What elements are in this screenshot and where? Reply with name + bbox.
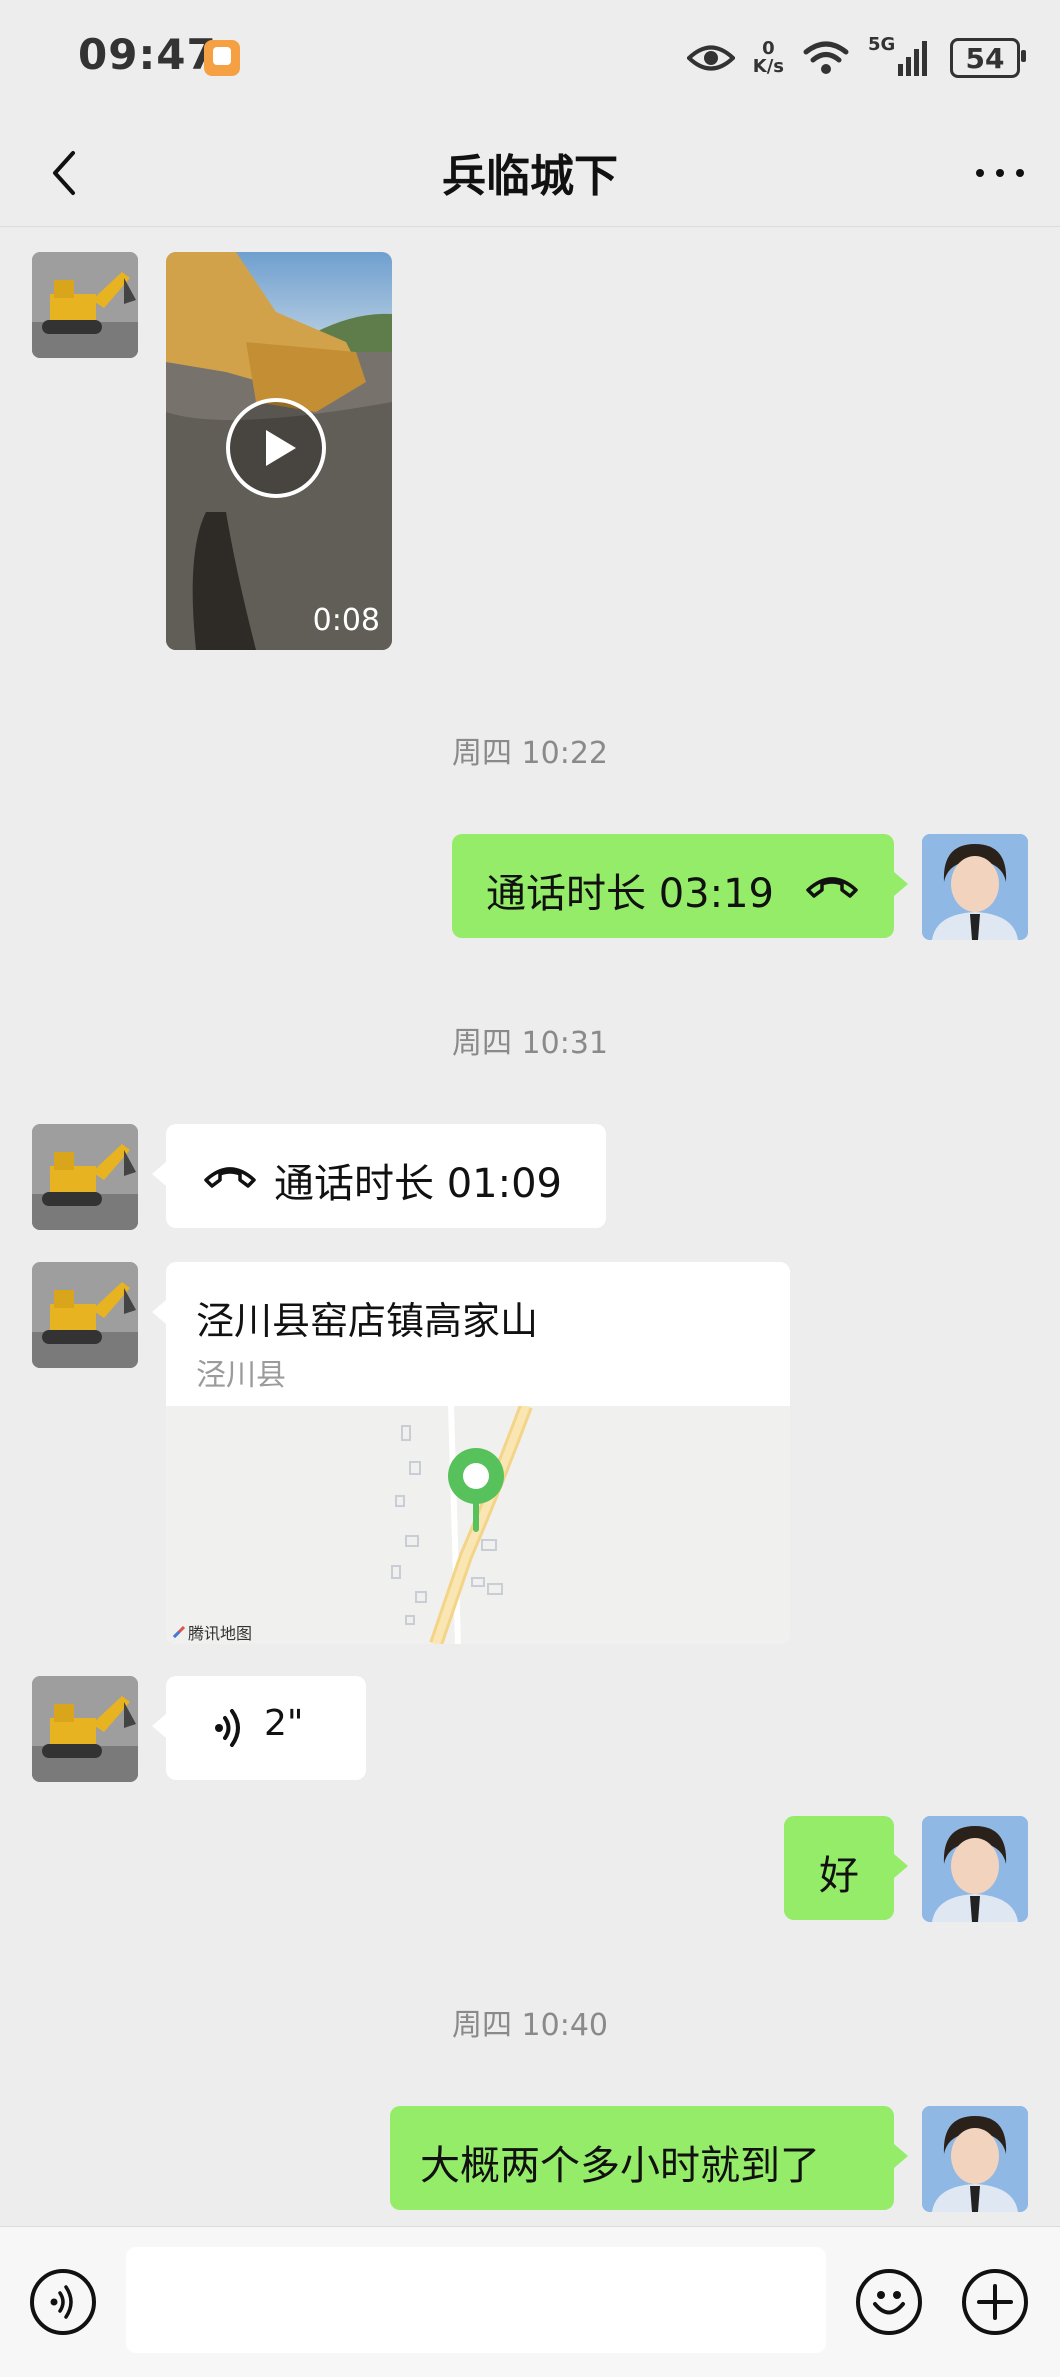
child-portrait-avatar-image — [922, 1816, 1028, 1922]
excavator-avatar-image — [32, 1676, 138, 1782]
call-duration-text: 通话时长 01:09 — [274, 1161, 562, 1207]
message-timestamp: 周四 10:40 — [452, 2008, 608, 2043]
tencent-map-logo-icon — [172, 1625, 186, 1639]
more-dots-icon — [976, 169, 984, 177]
voice-wave-icon — [50, 2285, 73, 2319]
my-avatar[interactable] — [922, 1816, 1028, 1922]
voice-message[interactable]: 2" — [152, 1676, 366, 1780]
location-title: 泾川县窑店镇高家山 — [196, 1299, 539, 1343]
video-message[interactable]: 0:08 — [166, 252, 392, 650]
chat-title: 兵临城下 — [442, 151, 618, 202]
map-attribution-text: 腾讯地图 — [188, 1624, 253, 1643]
wifi-icon — [803, 41, 849, 74]
map-pin-icon — [446, 1446, 506, 1536]
message-text: 大概两个多小时就到了 — [420, 2143, 820, 2189]
child-portrait-avatar-image — [922, 834, 1028, 940]
text-message-bubble[interactable]: 大概两个多小时就到了 — [390, 2106, 908, 2210]
voice-duration: 2" — [264, 1703, 304, 1744]
signal-bars-icon — [898, 41, 927, 76]
location-subtitle: 泾川县 — [196, 1358, 286, 1393]
child-portrait-avatar-image — [922, 2106, 1028, 2212]
call-record-bubble[interactable]: 通话时长 01:09 — [152, 1124, 606, 1228]
message-timestamp: 周四 10:22 — [452, 736, 608, 771]
contact-avatar[interactable] — [32, 1124, 138, 1230]
status-icons: 0 K/s 5G 54 — [686, 34, 1026, 82]
call-record-bubble[interactable]: 通话时长 03:19 — [452, 834, 908, 938]
contact-avatar[interactable] — [32, 1262, 138, 1368]
cellular-signal: 5G — [868, 34, 932, 78]
video-duration: 0:08 — [312, 603, 380, 638]
voice-wave-icon — [215, 1709, 240, 1747]
map-attribution: 腾讯地图 — [172, 1620, 252, 1644]
app-notification-icon — [204, 40, 240, 76]
net-speed-unit: K/s — [752, 56, 784, 77]
emoji-button[interactable] — [856, 2269, 922, 2335]
phone-handset-icon — [204, 1167, 256, 1188]
eye-icon — [686, 45, 735, 71]
location-map[interactable]: 腾讯地图 — [166, 1406, 790, 1644]
smiley-icon — [873, 2291, 905, 2315]
phone-handset-icon — [806, 877, 858, 898]
plus-icon — [977, 2284, 1013, 2320]
contact-avatar[interactable] — [32, 1676, 138, 1782]
excavator-avatar-image — [32, 252, 138, 358]
play-icon — [266, 430, 296, 466]
status-time: 09:47 — [78, 30, 217, 79]
message-timestamp: 周四 10:31 — [452, 1026, 608, 1061]
excavator-avatar-image — [32, 1124, 138, 1230]
play-button[interactable] — [226, 398, 326, 498]
location-message[interactable]: 泾川县窑店镇高家山 泾川县 腾讯地图 — [152, 1262, 790, 1644]
message-input[interactable] — [126, 2247, 826, 2353]
my-avatar[interactable] — [922, 2106, 1028, 2212]
my-avatar[interactable] — [922, 834, 1028, 940]
voice-input-button[interactable] — [30, 2269, 96, 2335]
chat-header: 兵临城下 — [0, 120, 1060, 226]
more-functions-button[interactable] — [962, 2269, 1028, 2335]
net-speed: 0 K/s — [753, 40, 784, 76]
message-text: 好 — [819, 1853, 859, 1899]
excavator-avatar-image — [32, 1262, 138, 1368]
input-bar — [0, 2226, 1060, 2377]
contact-avatar[interactable] — [32, 252, 138, 358]
more-button[interactable] — [960, 140, 1040, 206]
battery-indicator: 54 — [950, 38, 1026, 78]
text-message-bubble[interactable]: 好 — [784, 1816, 908, 1920]
call-duration-text: 通话时长 03:19 — [486, 871, 774, 917]
header-divider — [0, 226, 1060, 227]
